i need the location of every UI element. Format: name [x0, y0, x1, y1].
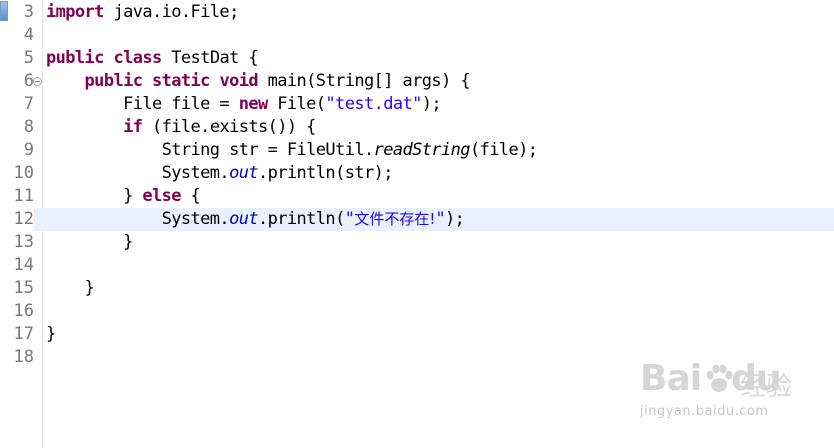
code-token: (file.exists()) { — [142, 117, 316, 137]
line-number: 12 — [0, 208, 34, 231]
line-number: 6 — [23, 71, 34, 91]
code-token: readString — [373, 140, 471, 160]
code-line[interactable]: 4 — [0, 24, 834, 47]
line-number: 3 — [23, 2, 34, 22]
watermark-url: jingyan.baidu.com — [640, 404, 769, 419]
code-token: } — [46, 278, 95, 298]
line-number: 13 — [13, 232, 34, 252]
code-token: " — [435, 209, 445, 229]
line-number: 15 — [13, 278, 34, 298]
line-number: 8 — [23, 117, 34, 137]
code-line[interactable]: 5 public class TestDat { — [0, 47, 834, 70]
code-text[interactable]: } — [46, 323, 56, 346]
code-text[interactable]: } — [46, 231, 133, 254]
watermark-chinese: 经验 — [740, 372, 793, 402]
code-token: TestDat { — [161, 48, 258, 68]
line-number: 18 — [13, 347, 34, 367]
code-token: 文件不存在! — [354, 210, 436, 228]
code-line[interactable]: 14 — [0, 254, 834, 277]
code-token: import — [46, 2, 104, 22]
code-token: System. — [46, 163, 230, 183]
code-token: new — [238, 94, 269, 114]
code-token: { — [180, 186, 201, 206]
baidu-jingyan-watermark: Bai du 经验 jingyan.baidu.com — [640, 358, 830, 428]
code-line[interactable]: 13 } — [0, 231, 834, 254]
code-token: System. — [46, 209, 230, 229]
line-number: 16 — [13, 301, 34, 321]
line-number: 17 — [13, 324, 34, 344]
code-line[interactable]: 11 } else { — [0, 185, 834, 208]
code-token: if — [123, 117, 143, 137]
code-token: .println(str); — [257, 163, 393, 183]
code-text[interactable]: } — [46, 277, 95, 300]
line-number: 7 — [23, 94, 34, 114]
code-editor[interactable]: 3 import java.io.File; 4 5 public class Test… — [0, 0, 834, 448]
code-token: File( — [267, 94, 326, 114]
code-line[interactable]: 15 } — [0, 277, 834, 300]
code-text[interactable]: File file = new File("test.dat"); — [46, 93, 442, 116]
line-number: 14 — [13, 255, 34, 275]
code-token: " — [344, 209, 355, 229]
code-line[interactable]: 16 — [0, 300, 834, 323]
collapse-fold-icon[interactable] — [33, 77, 42, 86]
code-token: else — [142, 186, 181, 206]
code-line[interactable]: 3 import java.io.File; — [0, 1, 834, 24]
code-token: ); — [445, 209, 465, 229]
code-text[interactable]: System.out.println("文件不存在!"); — [46, 208, 465, 231]
code-line[interactable]: 17} — [0, 323, 834, 346]
code-token: public — [84, 71, 143, 91]
code-text[interactable]: import java.io.File; — [46, 1, 239, 24]
code-token: ); — [421, 94, 442, 114]
line-number: 10 — [13, 163, 34, 183]
code-token: .println( — [257, 209, 345, 229]
code-token: "test.dat" — [325, 94, 422, 114]
code-token: public — [46, 48, 104, 68]
paw-icon — [706, 364, 733, 392]
code-line[interactable]: 9 String str = FileUtil.readString(file)… — [0, 139, 834, 162]
code-token: String str = FileUtil. — [46, 140, 375, 160]
code-token: void — [219, 71, 258, 91]
code-text[interactable]: public class TestDat { — [46, 47, 259, 70]
code-token: } — [46, 186, 143, 206]
code-token: out — [229, 209, 259, 229]
line-number: 9 — [23, 140, 34, 160]
code-line[interactable]: 8 if (file.exists()) { — [0, 116, 834, 139]
code-text[interactable]: public static void main(String[] args) { — [46, 70, 471, 93]
code-token: class — [113, 48, 162, 68]
code-token: java.io.File; — [103, 2, 239, 22]
code-token: static — [152, 71, 210, 91]
code-line[interactable]: 6 public static void main(String[] args)… — [0, 70, 834, 93]
code-line[interactable]: 10 System.out.println(str); — [0, 162, 834, 185]
code-token: } — [46, 324, 56, 344]
code-line[interactable]: 7 File file = new File("test.dat"); — [0, 93, 834, 116]
code-text[interactable]: System.out.println(str); — [46, 162, 394, 185]
code-token: } — [46, 232, 133, 252]
line-number: 4 — [23, 25, 34, 45]
code-token: out — [229, 163, 259, 183]
code-token: (file); — [469, 140, 538, 160]
code-text[interactable]: String str = FileUtil.readString(file); — [46, 139, 538, 162]
code-text[interactable]: } else { — [46, 185, 201, 208]
code-token: File file = — [46, 94, 239, 114]
code-line[interactable]: 12 System.out.println("文件不存在!"); — [0, 208, 834, 231]
code-text[interactable]: if (file.exists()) { — [46, 116, 316, 139]
line-number: 5 — [23, 48, 34, 68]
line-number: 11 — [13, 186, 34, 206]
code-token: main(String[] args) { — [258, 71, 471, 91]
